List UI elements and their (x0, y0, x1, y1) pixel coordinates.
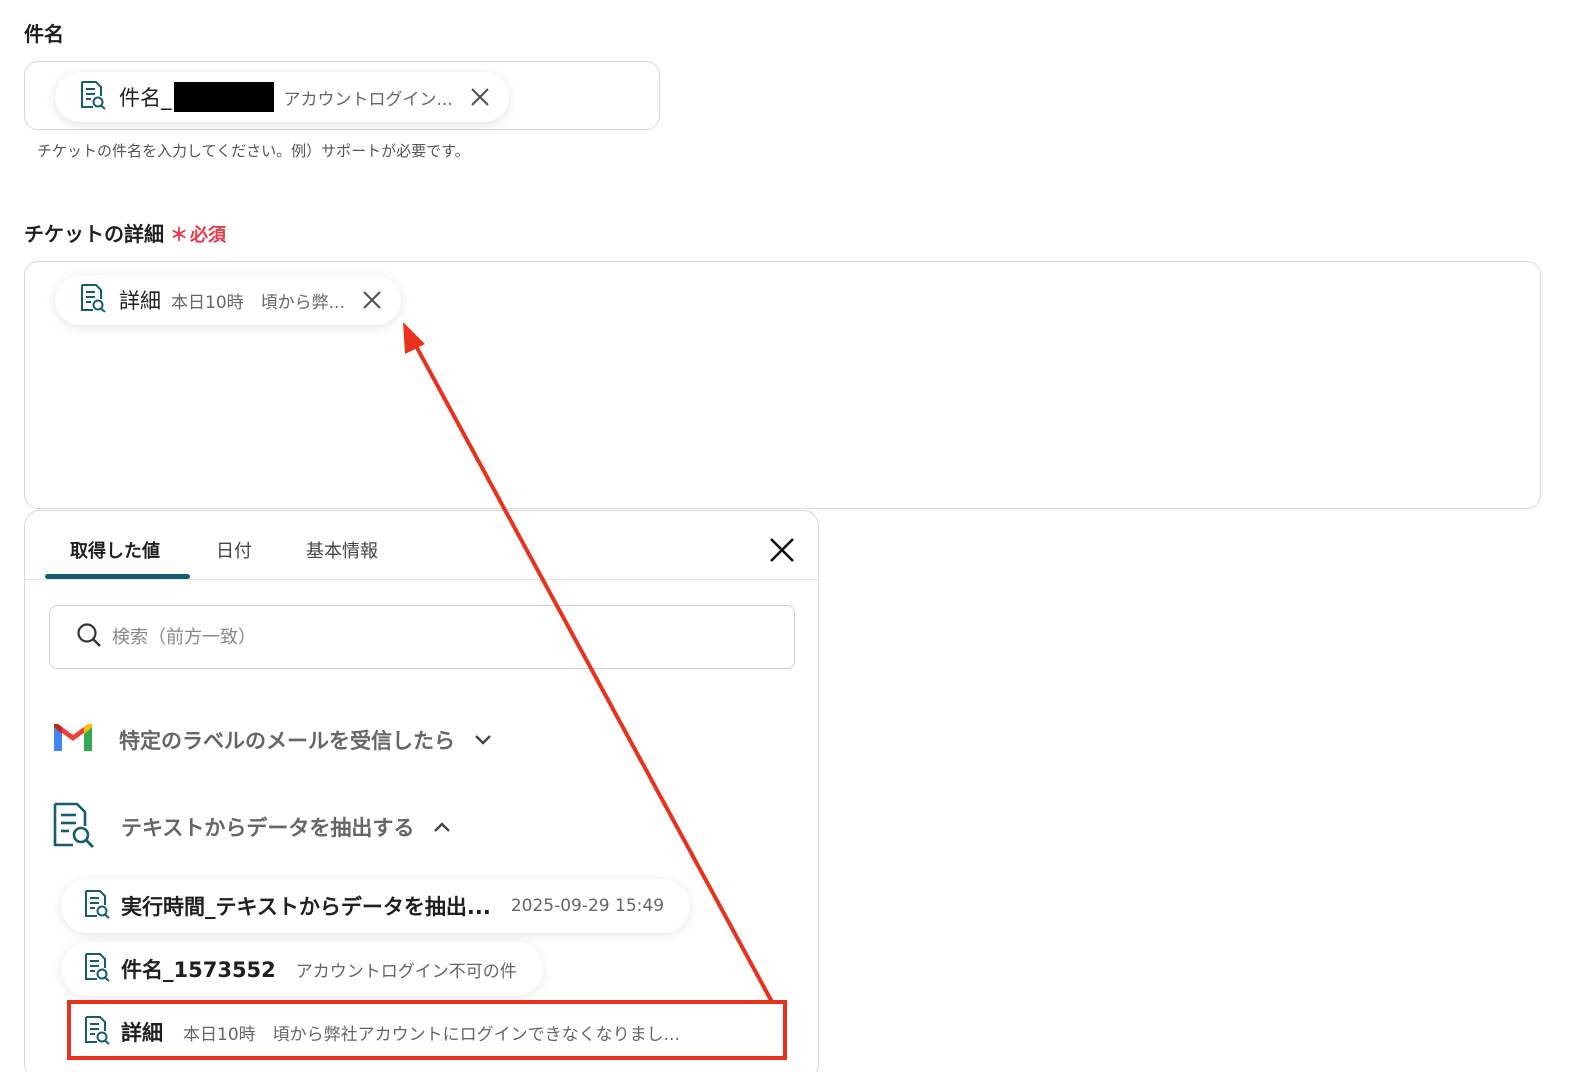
tab-divider (25, 579, 818, 580)
tab-basic-info[interactable]: 基本情報 (306, 537, 378, 563)
item-value: 2025-09-29 15:49 (510, 896, 665, 916)
document-search-icon (51, 801, 97, 853)
subject-field[interactable]: 件名_ アカウントログイン... (24, 61, 660, 130)
value-picker-panel: 取得した値 日付 基本情報 特定のラベルのメールを受信したら (24, 510, 819, 1072)
detail-chip[interactable]: 詳細 本日10時 頃から弊... (55, 275, 401, 325)
detail-chip-key: 詳細 (119, 289, 161, 313)
search-icon (76, 622, 102, 652)
item-key: 実行時間_テキストからデータを抽出... (121, 895, 491, 919)
gmail-icon (51, 721, 95, 759)
detail-label: チケットの詳細 ＊必須 (24, 218, 226, 247)
item-value: アカウントログイン不可の件 (295, 961, 517, 982)
search-input[interactable] (112, 626, 712, 648)
chevron-down-icon (473, 733, 493, 747)
tab-date[interactable]: 日付 (216, 537, 252, 563)
close-icon[interactable] (467, 84, 493, 110)
item-key: 件名_1573552 (121, 958, 276, 982)
detail-chip-value: 本日10時 頃から弊... (171, 292, 345, 313)
subject-label: 件名 (24, 22, 64, 46)
detail-label-text: チケットの詳細 (24, 222, 164, 246)
close-icon[interactable] (765, 533, 799, 567)
list-item-subject[interactable]: 件名_1573552 アカウントログイン不可の件 (61, 942, 543, 996)
document-search-icon (79, 80, 107, 114)
document-search-icon (83, 889, 111, 923)
subject-hint: チケットの件名を入力してください。例）サポートが必要です。 (37, 142, 470, 160)
required-text: 必須 (190, 225, 226, 246)
subject-chip[interactable]: 件名_ アカウントログイン... (55, 72, 509, 122)
document-search-icon (79, 283, 107, 317)
document-search-icon (83, 952, 111, 986)
group-title: テキストからデータを抽出する (121, 816, 415, 840)
redaction-block (173, 82, 274, 112)
search-box[interactable] (49, 605, 795, 669)
tab-acquired-values[interactable]: 取得した値 (70, 537, 160, 563)
required-mark: ＊ (170, 225, 188, 246)
annotation-highlight-box (67, 1000, 787, 1060)
subject-chip-key: 件名_ (119, 86, 172, 110)
list-item-execution-time[interactable]: 実行時間_テキストからデータを抽出... 2025-09-29 15:49 (61, 879, 691, 933)
group-extract-text[interactable]: テキストからデータを抽出する (51, 801, 452, 853)
group-title: 特定のラベルのメールを受信したら (119, 729, 455, 753)
close-icon[interactable] (359, 287, 385, 313)
chevron-up-icon (432, 820, 452, 834)
detail-field[interactable]: 詳細 本日10時 頃から弊... (24, 261, 1541, 509)
subject-chip-value: アカウントログイン... (283, 89, 453, 110)
group-gmail-trigger[interactable]: 特定のラベルのメールを受信したら (51, 721, 493, 759)
